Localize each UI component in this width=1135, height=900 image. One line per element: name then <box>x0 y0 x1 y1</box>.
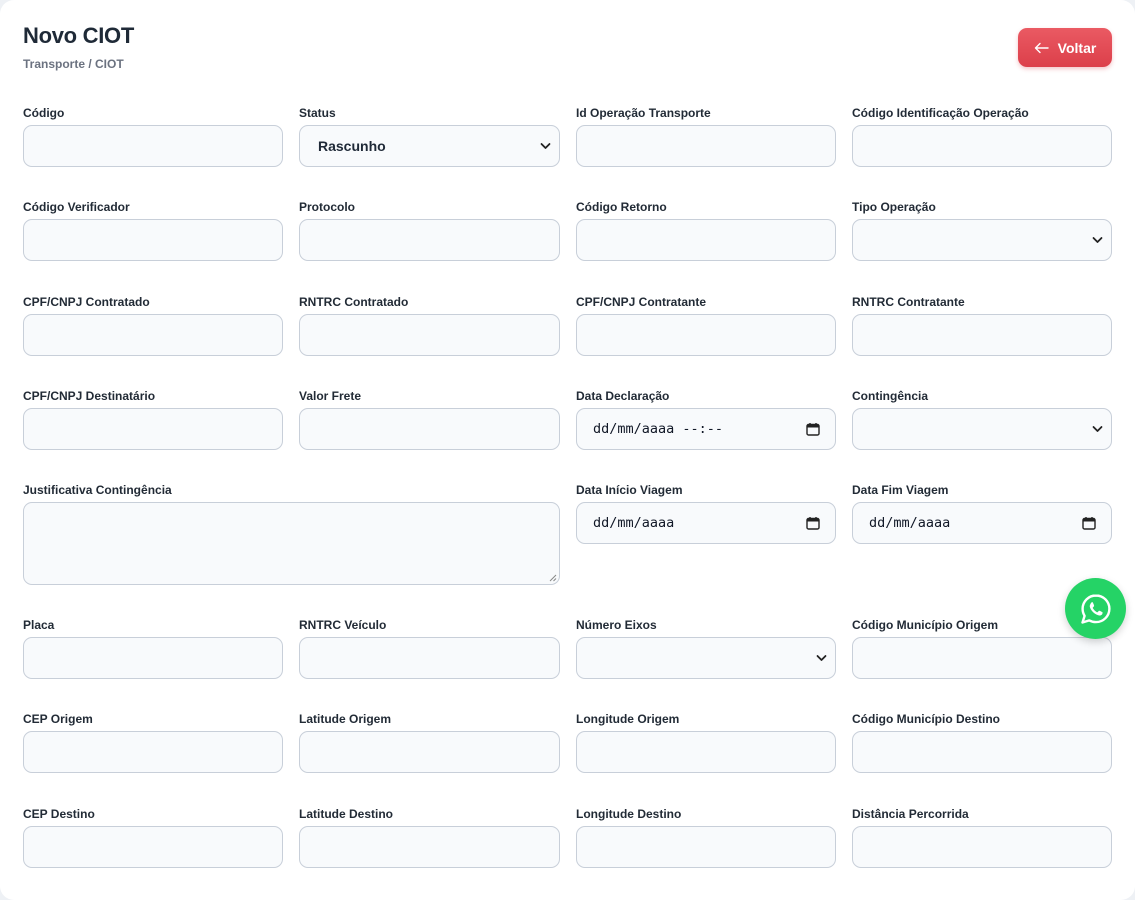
field-label: Data Declaração <box>576 389 670 403</box>
justificativa-contingencia-textarea[interactable] <box>23 502 560 585</box>
field-label: Valor Frete <box>299 389 362 403</box>
chevron-down-icon <box>540 143 551 149</box>
field-label: Código Município Destino <box>852 712 1000 726</box>
chevron-down-icon <box>816 655 827 661</box>
breadcrumb: Transporte / CIOT <box>23 57 124 71</box>
field-label: Data Início Viagem <box>576 483 683 497</box>
status-select[interactable]: Rascunho <box>299 125 560 167</box>
data-fim-viagem-input[interactable]: dd/mm/aaaa <box>852 502 1112 544</box>
field-label: Data Fim Viagem <box>852 483 949 497</box>
field-label: Código Verificador <box>23 200 130 214</box>
field-label: CEP Origem <box>23 712 93 726</box>
tipo-operacao-select[interactable] <box>852 219 1112 261</box>
field-label: Código Município Origem <box>852 618 998 632</box>
field-label: CPF/CNPJ Contratado <box>23 295 150 309</box>
cep-origem-input[interactable] <box>23 731 283 773</box>
field-label: RNTRC Veículo <box>299 618 387 632</box>
cpf-cnpj-contratado-input[interactable] <box>23 314 283 356</box>
back-button-label: Voltar <box>1057 39 1097 56</box>
protocolo-input[interactable] <box>299 219 560 261</box>
field-label: RNTRC Contratado <box>299 295 409 309</box>
cpf-cnpj-contratante-input[interactable] <box>576 314 836 356</box>
chevron-down-icon <box>1092 237 1103 243</box>
field-label: CEP Destino <box>23 807 95 821</box>
codigo-retorno-input[interactable] <box>576 219 836 261</box>
distancia-percorrida-input[interactable] <box>852 826 1112 868</box>
chevron-down-icon <box>1092 426 1103 432</box>
resize-grip-icon[interactable] <box>548 573 557 582</box>
calendar-icon[interactable] <box>1082 516 1096 530</box>
status-select-value: Rascunho <box>318 138 386 154</box>
field-label: Latitude Origem <box>299 712 392 726</box>
field-label: Longitude Destino <box>576 807 682 821</box>
latitude-origem-input[interactable] <box>299 731 560 773</box>
arrow-left-icon <box>1034 42 1049 53</box>
field-label: Tipo Operação <box>852 200 936 214</box>
codigo-municipio-destino-input[interactable] <box>852 731 1112 773</box>
back-button[interactable]: Voltar <box>1018 28 1112 67</box>
field-label: Distância Percorrida <box>852 807 969 821</box>
field-label: Protocolo <box>299 200 355 214</box>
form-card: Novo CIOT Transporte / CIOT Voltar Códig… <box>0 0 1135 900</box>
codigo-municipio-origem-input[interactable] <box>852 637 1112 679</box>
calendar-icon[interactable] <box>806 516 820 530</box>
cep-destino-input[interactable] <box>23 826 283 868</box>
latitude-destino-input[interactable] <box>299 826 560 868</box>
codigo-input[interactable] <box>23 125 283 167</box>
field-label: CPF/CNPJ Destinatário <box>23 389 156 403</box>
data-declaracao-input[interactable]: dd/mm/aaaa --:-- <box>576 408 836 450</box>
field-label: Código <box>23 106 65 120</box>
longitude-destino-input[interactable] <box>576 826 836 868</box>
field-label: Justificativa Contingência <box>23 483 172 497</box>
rntrc-contratante-input[interactable] <box>852 314 1112 356</box>
data-fim-viagem-value: dd/mm/aaaa <box>869 515 951 531</box>
rntrc-contratado-input[interactable] <box>299 314 560 356</box>
data-inicio-viagem-input[interactable]: dd/mm/aaaa <box>576 502 836 544</box>
field-label: Código Retorno <box>576 200 667 214</box>
field-label: Placa <box>23 618 55 632</box>
id-operacao-transporte-input[interactable] <box>576 125 836 167</box>
whatsapp-icon <box>1080 593 1111 624</box>
field-label: Status <box>299 106 336 120</box>
contingencia-select[interactable] <box>852 408 1112 450</box>
field-label: Número Eixos <box>576 618 657 632</box>
codigo-identificacao-operacao-input[interactable] <box>852 125 1112 167</box>
whatsapp-button[interactable] <box>1065 578 1126 639</box>
page-title: Novo CIOT <box>23 23 134 48</box>
cpf-cnpj-destinatario-input[interactable] <box>23 408 283 450</box>
field-label: Latitude Destino <box>299 807 394 821</box>
calendar-icon[interactable] <box>806 422 820 436</box>
longitude-origem-input[interactable] <box>576 731 836 773</box>
valor-frete-input[interactable] <box>299 408 560 450</box>
codigo-verificador-input[interactable] <box>23 219 283 261</box>
field-label: Contingência <box>852 389 929 403</box>
numero-eixos-select[interactable] <box>576 637 836 679</box>
field-label: CPF/CNPJ Contratante <box>576 295 707 309</box>
rntrc-veiculo-input[interactable] <box>299 637 560 679</box>
field-label: Longitude Origem <box>576 712 680 726</box>
field-label: Código Identificação Operação <box>852 106 1029 120</box>
data-declaracao-value: dd/mm/aaaa --:-- <box>593 421 724 437</box>
field-label: RNTRC Contratante <box>852 295 965 309</box>
data-inicio-viagem-value: dd/mm/aaaa <box>593 515 675 531</box>
field-label: Id Operação Transporte <box>576 106 711 120</box>
placa-input[interactable] <box>23 637 283 679</box>
